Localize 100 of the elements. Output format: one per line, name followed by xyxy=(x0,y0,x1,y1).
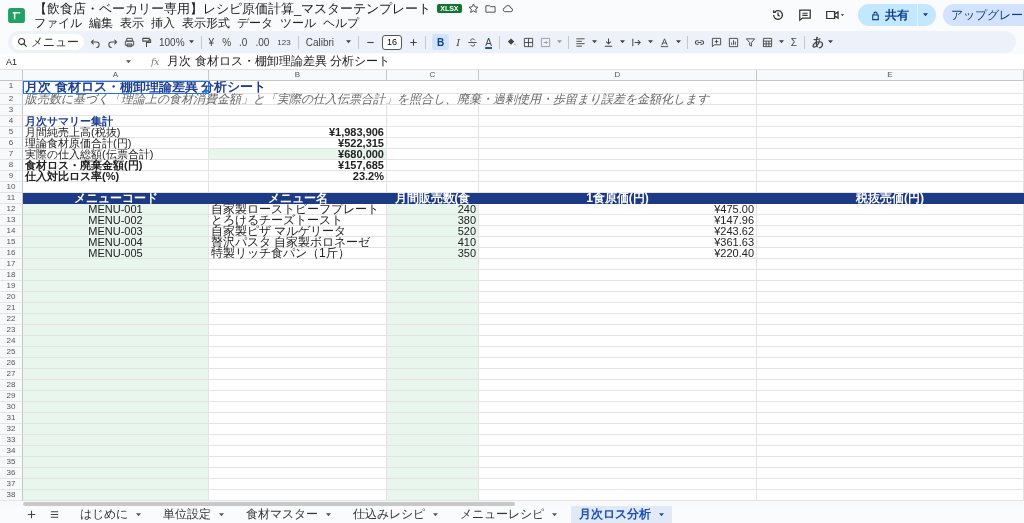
table-cell: 月間純売上高(税抜) xyxy=(23,127,209,138)
sheet-tab[interactable]: はじめに xyxy=(72,506,149,523)
font-dropdown[interactable]: Calibri xyxy=(304,34,352,50)
add-sheet-icon[interactable] xyxy=(26,509,37,520)
decrease-decimals-button[interactable]: .0 xyxy=(238,34,249,50)
caret-icon xyxy=(923,13,928,17)
upgrade-button[interactable]: アップグレー xyxy=(943,4,1024,26)
chart-icon[interactable] xyxy=(727,36,739,48)
cloud-icon[interactable] xyxy=(501,2,513,14)
sheet-tab[interactable]: メニューレシピ xyxy=(452,506,565,523)
caret-icon[interactable] xyxy=(619,40,625,44)
menu-icon[interactable] xyxy=(49,509,60,520)
lock-icon xyxy=(870,9,881,21)
functions-button[interactable]: Σ xyxy=(789,34,799,50)
menu-item[interactable]: 挿入 xyxy=(151,16,175,30)
menu-item[interactable]: データ xyxy=(237,16,273,30)
horizontal-scrollbar[interactable] xyxy=(23,501,515,506)
search-icon xyxy=(17,36,28,48)
row-header[interactable]: 7 xyxy=(0,149,23,160)
search-menus-button[interactable]: メニュー xyxy=(12,34,84,50)
table-cell: 520 xyxy=(387,226,479,237)
caret-icon[interactable] xyxy=(778,40,784,44)
caret-icon[interactable] xyxy=(591,40,597,44)
menu-item[interactable]: ファイル xyxy=(34,16,82,30)
print-icon[interactable] xyxy=(124,36,135,48)
function-icon: fx xyxy=(151,56,160,67)
table-cell: MENU-003 xyxy=(23,226,209,237)
text-wrap-icon[interactable] xyxy=(630,36,642,48)
row-header[interactable]: 3 xyxy=(0,105,23,116)
row-header[interactable]: 5 xyxy=(0,127,23,138)
row-header[interactable]: 10 xyxy=(0,182,23,193)
column-header[interactable]: C xyxy=(387,70,479,81)
strikethrough-icon[interactable] xyxy=(467,36,479,48)
document-title[interactable]: 【飲食店・ベーカリー専用】レシピ原価計算_マスターテンプレート xyxy=(34,0,432,16)
menu-item[interactable]: ヘルプ xyxy=(323,16,359,30)
zoom-dropdown[interactable]: 100% xyxy=(158,34,195,50)
menu-item[interactable]: 表示形式 xyxy=(182,16,230,30)
caret-icon[interactable] xyxy=(675,40,681,44)
bold-button[interactable]: B xyxy=(432,34,450,50)
comment-icon[interactable] xyxy=(798,8,812,22)
plus-icon[interactable] xyxy=(408,36,419,48)
caret-icon xyxy=(828,40,834,44)
align-left-icon[interactable] xyxy=(574,36,586,48)
table-cell: 仕入対比ロス率(%) xyxy=(23,171,209,182)
filter-icon[interactable] xyxy=(744,36,756,48)
menu-item[interactable]: ツール xyxy=(280,16,316,30)
table-cell: とろけるチーズトースト xyxy=(209,215,387,226)
column-header[interactable]: A xyxy=(23,70,209,81)
vertical-align-icon[interactable] xyxy=(602,36,614,48)
table-cell: ¥157,685 xyxy=(209,160,387,171)
table-cell: ¥475.00 xyxy=(479,204,757,215)
row-header[interactable]: 4 xyxy=(0,116,23,127)
text-color-button[interactable]: A xyxy=(484,34,493,50)
fill-color-icon[interactable] xyxy=(505,36,517,48)
table-cell: MENU-004 xyxy=(23,237,209,248)
sheet-tab[interactable]: 仕込みレシピ xyxy=(345,506,446,523)
table-cell: ¥243.62 xyxy=(479,226,757,237)
sheet-tab[interactable]: 月次ロス分析 xyxy=(571,506,672,523)
sheet-tab[interactable]: 単位設定 xyxy=(155,506,232,523)
column-header[interactable]: B xyxy=(209,70,387,81)
number-format-button[interactable]: 123 xyxy=(276,34,292,50)
input-tools-button[interactable]: あ xyxy=(811,34,835,50)
currency-format-button[interactable]: ¥ xyxy=(207,34,216,50)
italic-button[interactable]: I xyxy=(455,34,462,50)
video-call-icon[interactable] xyxy=(825,8,845,22)
row-header[interactable]: 9 xyxy=(0,171,23,182)
caret-icon xyxy=(433,512,438,517)
menu-item[interactable]: 編集 xyxy=(89,16,113,30)
section-heading: 月次サマリー集計 xyxy=(23,116,209,127)
menu-item[interactable]: 表示 xyxy=(120,16,144,30)
caret-icon[interactable] xyxy=(647,40,653,44)
table-icon[interactable] xyxy=(761,36,773,48)
column-header[interactable]: D xyxy=(479,70,757,81)
text-rotation-icon[interactable] xyxy=(658,36,670,48)
row-header[interactable]: 8 xyxy=(0,160,23,171)
name-box[interactable]: A1 xyxy=(6,56,126,67)
caret-icon xyxy=(346,40,351,44)
borders-icon[interactable] xyxy=(522,36,534,48)
star-icon[interactable] xyxy=(467,2,479,14)
increase-decimals-button[interactable]: .00 xyxy=(254,34,271,50)
column-header[interactable]: E xyxy=(757,70,1024,81)
table-cell: 自家製ローストビーフプレート xyxy=(209,204,387,215)
insert-comment-icon[interactable] xyxy=(710,36,722,48)
sheets-logo-icon[interactable] xyxy=(8,7,25,23)
sheet-tab[interactable]: 食材マスター xyxy=(238,506,339,523)
row-header[interactable]: 1 xyxy=(0,81,23,94)
paint-format-icon[interactable] xyxy=(141,36,152,48)
row-header[interactable]: 2 xyxy=(0,94,23,105)
folder-icon[interactable] xyxy=(484,2,496,14)
table-cell: 410 xyxy=(387,237,479,248)
caret-icon xyxy=(552,512,557,517)
table-cell: ¥680,000 xyxy=(209,149,387,160)
history-icon[interactable] xyxy=(771,8,785,22)
formula-field[interactable]: 月次 食材ロス・棚卸理論差異 分析シート xyxy=(167,53,391,70)
caret-icon[interactable] xyxy=(126,59,131,64)
table-cell: 380 xyxy=(387,215,479,226)
font-size-field[interactable]: 16 xyxy=(382,34,402,50)
row-header[interactable]: 6 xyxy=(0,138,23,149)
percent-format-button[interactable]: % xyxy=(221,34,233,50)
merge-cells-icon[interactable] xyxy=(539,36,551,48)
